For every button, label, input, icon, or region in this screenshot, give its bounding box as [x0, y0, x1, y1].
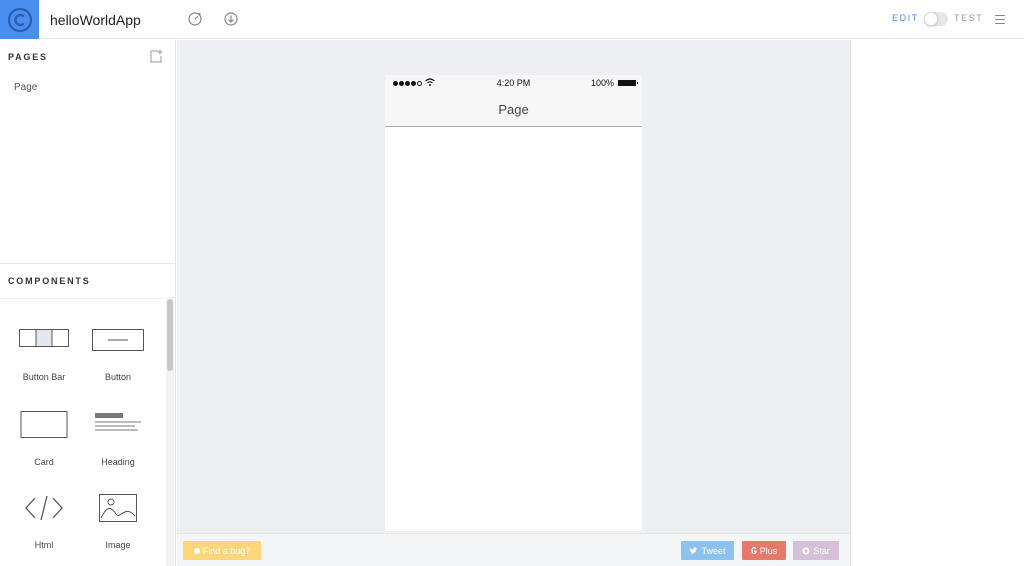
battery-percent: 100% [591, 78, 615, 88]
phone-preview[interactable]: 4:20 PM 100% Page [385, 75, 642, 531]
google-plus-button[interactable]: Plus [742, 541, 786, 560]
scrollbar-thumb[interactable] [167, 299, 173, 371]
github-star-button[interactable]: Star [793, 541, 839, 560]
component-html[interactable]: Html [7, 494, 81, 566]
component-label: Card [34, 457, 54, 467]
download-icon[interactable] [223, 11, 239, 27]
edit-mode-label[interactable]: EDIT [892, 13, 919, 23]
component-label: Image [105, 540, 131, 550]
test-mode-label[interactable]: TEST [954, 13, 983, 23]
pages-panel: PAGES Page [0, 40, 176, 264]
find-bug-label: Find a bug? [202, 545, 251, 556]
phone-status-bar: 4:20 PM 100% [385, 75, 642, 92]
components-scrollbar[interactable] [166, 297, 174, 566]
plus-label: Plus [759, 545, 778, 556]
toggle-knob [924, 12, 938, 26]
tweet-label: Tweet [701, 545, 726, 556]
battery-icon [618, 80, 638, 86]
component-button-bar[interactable]: Button Bar [7, 329, 81, 409]
component-image[interactable]: Image [81, 494, 155, 566]
component-heading[interactable]: Heading [81, 413, 155, 493]
hamburger-menu-icon[interactable] [995, 15, 1005, 24]
button-icon [92, 329, 144, 351]
top-bar: helloWorldApp EDIT TEST [0, 0, 1024, 39]
github-icon [802, 546, 810, 555]
button-bar-icon [19, 329, 69, 347]
find-bug-button[interactable]: Find a bug? [183, 541, 261, 560]
components-title: COMPONENTS [8, 276, 91, 286]
component-card[interactable]: Card [7, 411, 81, 491]
component-label: Html [34, 540, 54, 550]
app-title: helloWorldApp [50, 12, 141, 28]
add-page-icon[interactable] [150, 49, 163, 63]
google-plus-icon [751, 546, 757, 554]
heading-icon [95, 413, 141, 431]
phone-nav-bar: Page [385, 92, 642, 127]
logo-icon [7, 7, 32, 32]
card-icon [20, 411, 68, 438]
bottom-bar: Find a bug? Tweet Plus Star [177, 533, 850, 566]
star-label: Star [813, 545, 830, 556]
edit-test-toggle[interactable] [924, 12, 948, 26]
phone-page-title: Page [498, 102, 529, 117]
component-label: Button [104, 372, 132, 382]
speed-check-icon[interactable] [187, 11, 203, 27]
component-label: Button Bar [22, 372, 66, 382]
image-icon [99, 494, 137, 522]
component-label: Heading [101, 457, 135, 467]
properties-panel [850, 40, 1024, 566]
app-logo[interactable] [0, 0, 39, 39]
left-sidebar: PAGES Page COMPONENTS Button Bar Button [0, 40, 176, 566]
page-list-item[interactable]: Page [14, 82, 37, 93]
tweet-button[interactable]: Tweet [681, 541, 734, 560]
component-button[interactable]: Button [81, 329, 155, 409]
bug-icon [193, 547, 200, 554]
components-grid: Button Bar Button Card Heading Html Imag… [0, 298, 164, 566]
pages-title: PAGES [8, 52, 48, 62]
twitter-icon [689, 546, 698, 554]
editor-canvas: 4:20 PM 100% Page [177, 40, 850, 533]
code-icon [25, 495, 63, 521]
